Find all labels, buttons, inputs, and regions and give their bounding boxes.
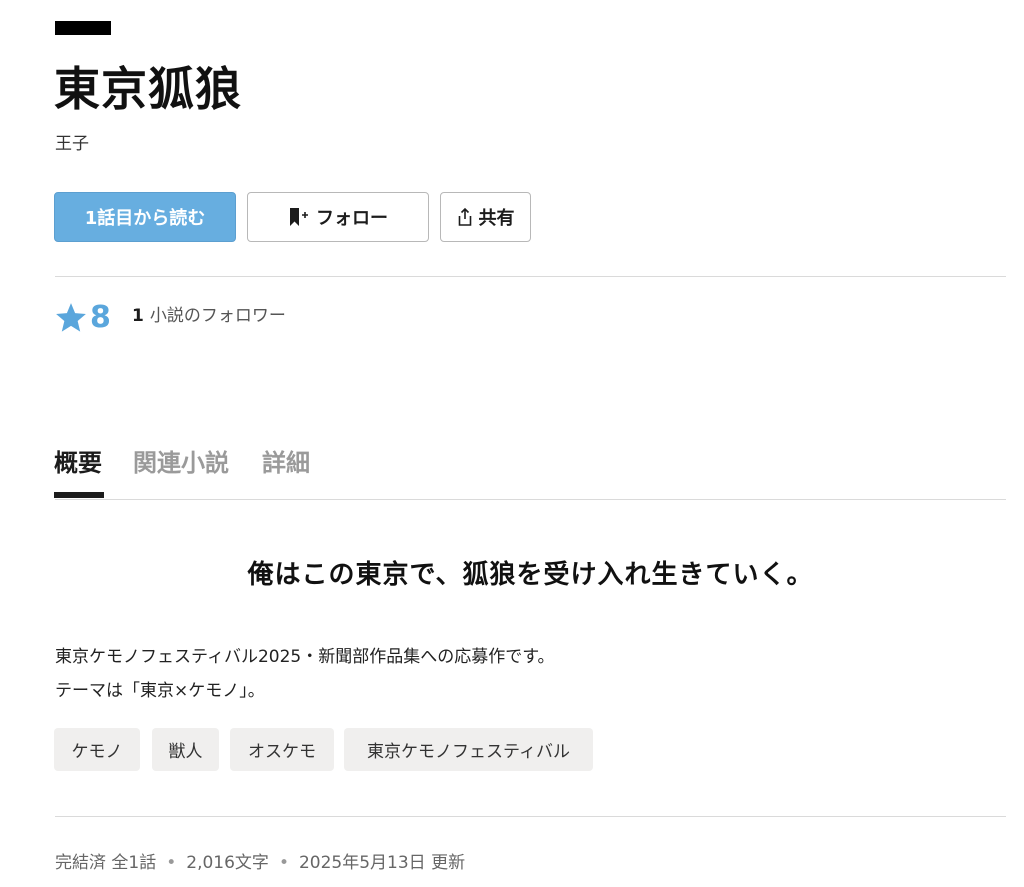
read-first-episode-button[interactable]: 1話目から読む: [54, 192, 236, 242]
follower-count: 1: [132, 306, 144, 326]
bookmark-plus-icon: [288, 207, 310, 227]
tab-related-novels[interactable]: 関連小説: [133, 446, 229, 480]
share-button-label: 共有: [478, 208, 515, 229]
intro-line: テーマは「東京×ケモノ」。: [55, 681, 265, 701]
tag-item[interactable]: 獣人: [152, 728, 219, 771]
tab-details[interactable]: 詳細: [262, 446, 310, 480]
follower-label: 小説のフォロワー: [149, 306, 286, 326]
updated-date: 2025年5月13日 更新: [298, 853, 466, 873]
author-name[interactable]: 王子: [55, 133, 89, 155]
genre-label-bar: [55, 21, 111, 35]
divider: [55, 276, 1006, 277]
separator-dot: •: [166, 853, 177, 873]
follow-button-label: フォロー: [316, 208, 388, 229]
tag-item[interactable]: オスケモ: [230, 728, 334, 771]
character-count: 2,016文字: [186, 853, 269, 873]
work-meta: 完結済 全1話 • 2,016文字 • 2025年5月13日 更新: [55, 851, 465, 875]
work-page: 東京狐狼 王子 1話目から読む フォロー 共有 8 1 小説のフォロワー 概要 …: [0, 0, 1024, 887]
share-icon: [457, 207, 473, 227]
read-button-label: 1話目から読む: [84, 208, 206, 229]
work-title: 東京狐狼: [54, 62, 242, 116]
star-count: 8: [90, 300, 111, 335]
meta-divider: [55, 816, 1006, 817]
active-tab-indicator: [54, 492, 104, 498]
star-rating[interactable]: 8: [54, 298, 111, 338]
separator-dot: •: [278, 853, 289, 873]
tag-item[interactable]: ケモノ: [54, 728, 140, 771]
catchphrase: 俺はこの東京で、狐狼を受け入れ生きていく。: [247, 560, 814, 590]
tag-item[interactable]: 東京ケモノフェスティバル: [344, 728, 593, 771]
intro-line: 東京ケモノフェスティバル2025・新聞部作品集への応募作です。: [55, 647, 555, 667]
tabs-divider: [55, 499, 1006, 500]
completion-status: 完結済 全1話: [55, 853, 157, 873]
introduction: 東京ケモノフェスティバル2025・新聞部作品集への応募作です。 テーマは「東京×…: [55, 640, 555, 708]
follow-button[interactable]: フォロー: [247, 192, 429, 242]
tab-overview[interactable]: 概要: [54, 446, 102, 480]
star-icon: [54, 301, 88, 335]
follower-stat[interactable]: 1 小説のフォロワー: [132, 305, 286, 327]
share-button[interactable]: 共有: [440, 192, 531, 242]
